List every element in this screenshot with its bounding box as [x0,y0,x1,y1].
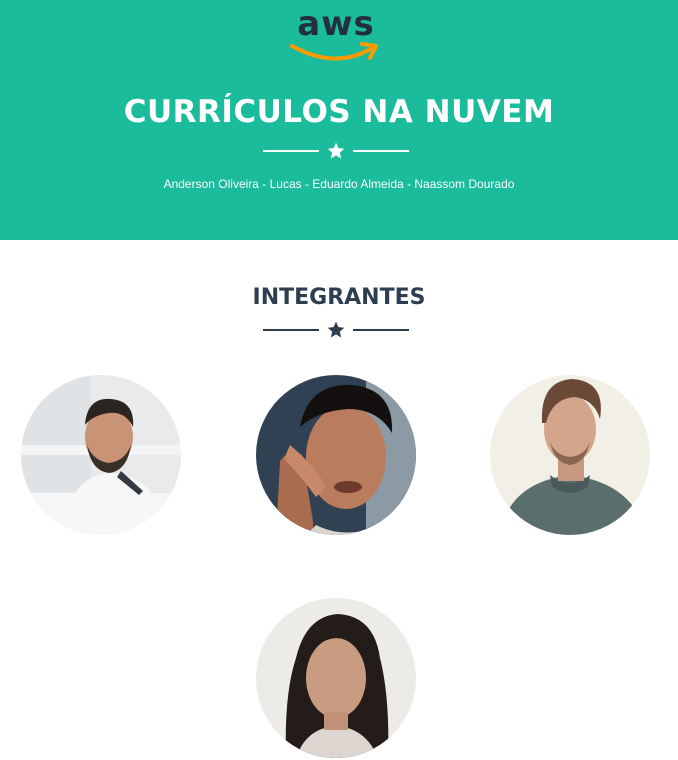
divider-line [263,150,319,152]
avatar-photo-icon [21,375,181,535]
masthead: aws CURRÍCULOS NA NUVEM Anderson Oliveir… [0,0,678,240]
aws-logo[interactable]: aws [286,4,386,68]
team-names: Anderson Oliveira - Lucas - Eduardo Alme… [163,177,515,191]
divider-line [353,150,409,152]
section-title: INTEGRANTES [252,285,426,310]
title-divider [263,141,409,161]
avatar-photo-icon [256,598,416,758]
aws-smile-icon [290,42,378,61]
member-avatar-2[interactable] [256,375,416,535]
avatar-photo-icon [256,375,416,535]
divider-line [353,329,409,331]
avatar-photo-icon [490,375,650,535]
star-icon [327,142,345,159]
page-title: CURRÍCULOS NA NUVEM [123,94,555,130]
member-avatar-3[interactable] [490,375,650,535]
section-divider [263,320,409,340]
member-avatar-1[interactable] [21,375,181,535]
aws-logo-text: aws [297,4,375,44]
divider-line [263,329,319,331]
star-icon [327,321,345,338]
member-avatar-4[interactable] [256,598,416,758]
